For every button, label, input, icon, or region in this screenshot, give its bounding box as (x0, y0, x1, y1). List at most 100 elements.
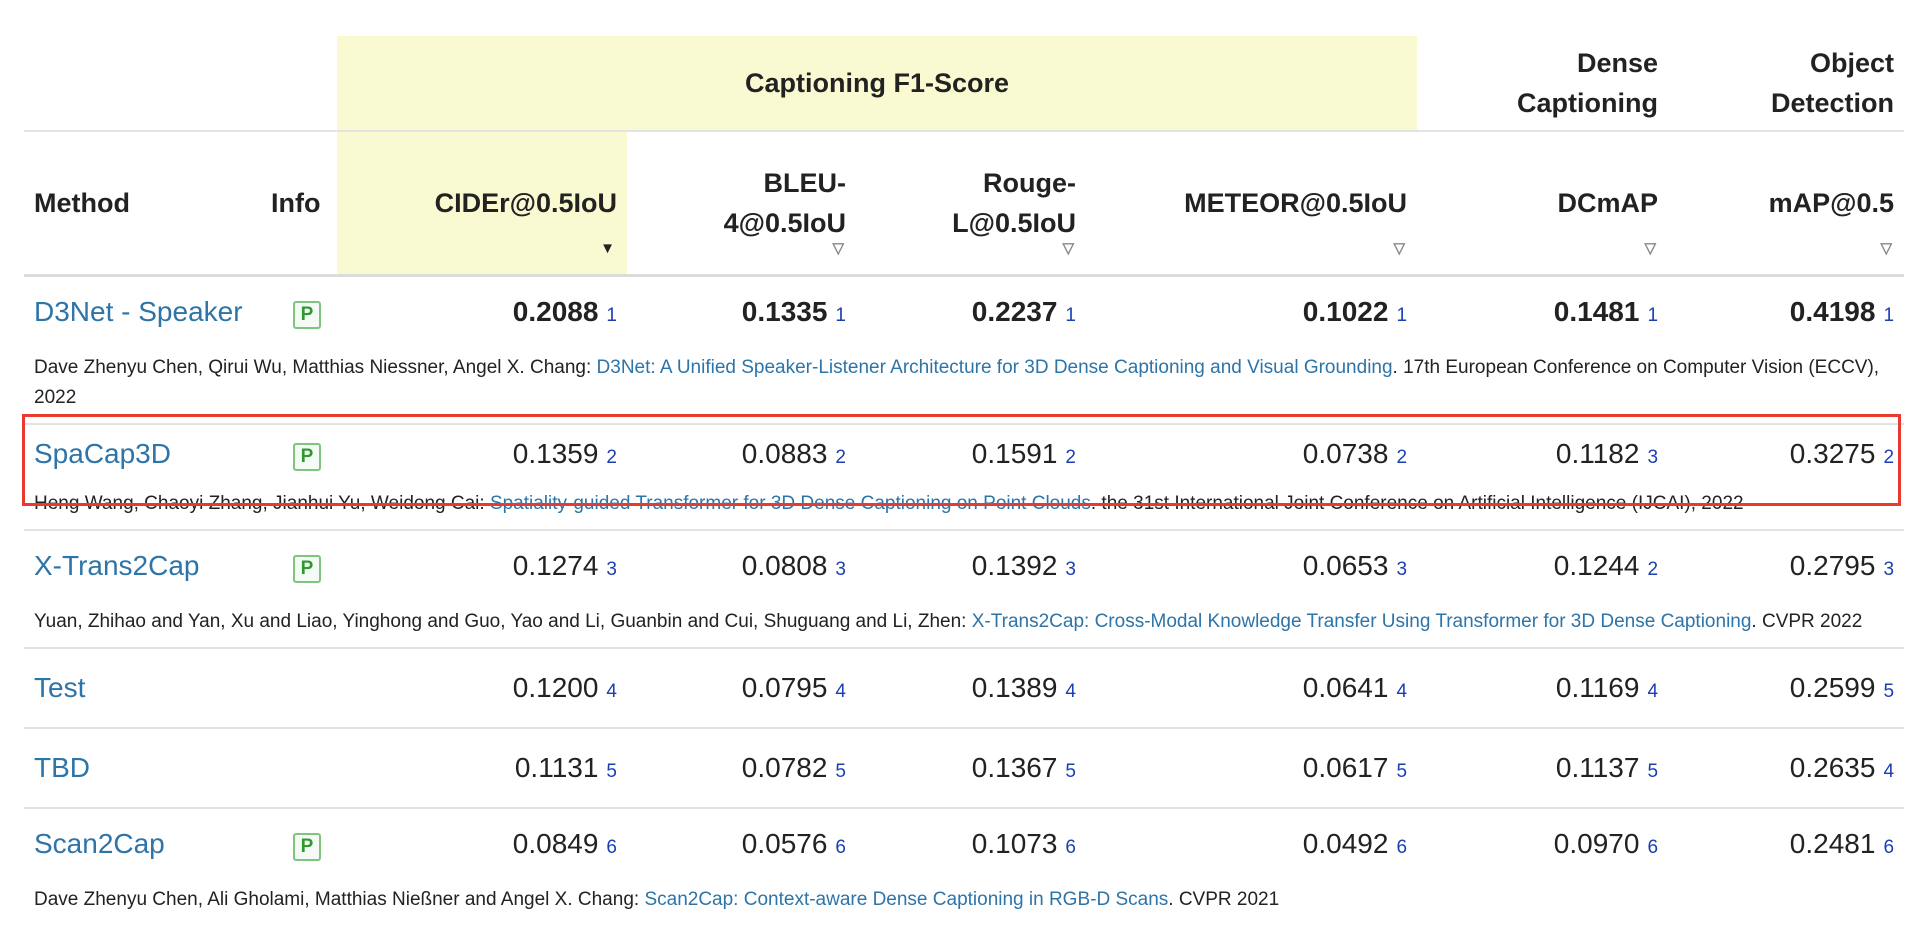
bleu-value: 0.0795 (741, 672, 828, 703)
map-cell: 0.2635 4 (1668, 728, 1905, 809)
dcmap-rank: 5 (1647, 761, 1659, 782)
sort-icon[interactable]: ▽ (1393, 241, 1405, 256)
leaderboard-page: Captioning F1-Score Dense Captioning Obje… (0, 0, 1926, 910)
col-header-cider[interactable]: CIDEr@0.5IoU ▼ (337, 131, 627, 277)
method-cell: D3Net - Speaker (24, 276, 271, 348)
rouge-value: 0.1392 (971, 550, 1058, 581)
bleu-rank: 6 (835, 837, 846, 858)
map-rank: 5 (1883, 681, 1895, 702)
meteor-cell: 0.0617 5 (1086, 728, 1418, 809)
sort-desc-active-icon[interactable]: ▼ (600, 241, 615, 256)
col-header-rouge[interactable]: Rouge- L@0.5IoU ▽ (856, 131, 1086, 277)
info-cell: P (271, 424, 337, 483)
col-header-bleu[interactable]: BLEU- 4@0.5IoU ▽ (627, 131, 856, 277)
dcmap-value: 0.0970 (1553, 828, 1640, 859)
paper-link[interactable]: Scan2Cap: Context-aware Dense Captioning… (644, 889, 1168, 910)
method-cell: TBD (24, 728, 271, 809)
group-dense-line1: Dense (1576, 48, 1659, 78)
cider-cell: 0.0849 6 (337, 808, 627, 879)
dcmap-value: 0.1137 (1555, 752, 1640, 783)
paper-badge-icon[interactable]: P (293, 833, 321, 861)
col-header-meteor[interactable]: METEOR@0.5IoU ▽ (1086, 131, 1418, 277)
paper-link[interactable]: D3Net: A Unified Speaker-Listener Archit… (597, 357, 1393, 378)
bleu-cell: 0.0883 2 (627, 424, 856, 483)
table-row: TBD 0.1131 5 0.0782 5 0.1367 5 0.0617 5 0.11… (24, 728, 1905, 809)
bleu-value: 0.0808 (741, 550, 828, 581)
bleu-value: 0.0782 (741, 752, 828, 783)
paper-badge-icon[interactable]: P (293, 555, 321, 583)
meteor-cell: 0.0641 4 (1086, 648, 1418, 729)
sort-icon[interactable]: ▽ (1880, 241, 1892, 256)
sort-icon[interactable]: ▽ (832, 241, 844, 256)
table-row: SpaCap3D P 0.1359 2 0.0883 2 0.1591 2 0.073… (24, 424, 1904, 483)
col-header-map[interactable]: mAP@0.5 ▽ (1668, 131, 1905, 277)
meteor-rank: 5 (1396, 761, 1408, 782)
map-cell: 0.3275 2 (1668, 424, 1904, 483)
col-header-bleu-line2: 4@0.5IoU (723, 208, 846, 238)
cider-rank: 1 (606, 305, 617, 326)
dcmap-cell: 0.1137 5 (1417, 728, 1669, 809)
group-object-line1: Object (1809, 48, 1895, 78)
citation-cell: Yuan, Zhihao and Yan, Xu and Liao, Yingh… (24, 601, 1905, 649)
rouge-value: 0.1073 (971, 828, 1058, 859)
method-link[interactable]: D3Net - Speaker (34, 296, 243, 327)
cider-cell: 0.1274 3 (337, 530, 627, 601)
meteor-value: 0.0738 (1302, 438, 1389, 469)
dcmap-rank: 3 (1647, 447, 1659, 468)
citation-row: Heng Wang, Chaoyi Zhang, Jianhui Yu, Wei… (24, 483, 1905, 531)
map-value: 0.4198 (1789, 296, 1876, 327)
meteor-value: 0.0653 (1302, 550, 1389, 581)
citation-venue: . CVPR 2022 (1751, 611, 1863, 632)
method-link[interactable]: Scan2Cap (34, 828, 165, 859)
cider-rank: 6 (606, 837, 617, 858)
sort-icon[interactable]: ▽ (1644, 241, 1656, 256)
rouge-cell: 0.1073 6 (856, 808, 1086, 879)
rouge-rank: 6 (1065, 837, 1076, 858)
paper-badge-icon[interactable]: P (293, 443, 321, 471)
info-cell (271, 648, 337, 729)
paper-link[interactable]: Spatiality-guided Transformer for 3D Den… (490, 493, 1091, 514)
col-header-dcmap[interactable]: DCmAP ▽ (1417, 131, 1669, 277)
table-row: X-Trans2Cap P 0.1274 3 0.0808 3 0.1392 3 0.… (24, 530, 1904, 601)
method-cell: SpaCap3D (24, 424, 271, 483)
citation-venue: . the 31st International Joint Conferenc… (1090, 493, 1744, 514)
cider-value: 0.1359 (512, 438, 599, 469)
col-header-dcmap-label: DCmAP (1557, 188, 1659, 218)
cider-cell: 0.1131 5 (337, 728, 627, 809)
cider-value: 0.1274 (512, 550, 599, 581)
method-link[interactable]: TBD (34, 752, 90, 783)
bleu-cell: 0.0808 3 (627, 530, 856, 601)
group-header-dense-captioning: Dense Captioning (1417, 36, 1669, 132)
method-link[interactable]: SpaCap3D (34, 438, 171, 469)
map-value: 0.2481 (1789, 828, 1876, 859)
col-header-meteor-label: METEOR@0.5IoU (1184, 188, 1408, 218)
paper-badge-icon[interactable]: P (293, 301, 321, 329)
map-rank: 1 (1883, 305, 1895, 326)
method-link[interactable]: Test (34, 672, 85, 703)
map-cell: 0.2795 3 (1668, 530, 1904, 601)
map-rank: 2 (1883, 447, 1895, 468)
rouge-rank: 3 (1065, 559, 1076, 580)
paper-link[interactable]: X-Trans2Cap: Cross-Modal Knowledge Trans… (972, 611, 1752, 632)
citation-venue: . CVPR 2021 (1168, 889, 1280, 910)
rouge-value: 0.1389 (971, 672, 1058, 703)
meteor-rank: 2 (1396, 447, 1408, 468)
dcmap-value: 0.1182 (1555, 438, 1640, 469)
citation-cell: Dave Zhenyu Chen, Ali Gholami, Matthias … (24, 879, 1904, 925)
sort-icon[interactable]: ▽ (1062, 241, 1074, 256)
dcmap-value: 0.1244 (1553, 550, 1640, 581)
info-cell: P (271, 808, 337, 879)
table-row: D3Net - Speaker P 0.2088 1 0.1335 1 0.2237… (24, 276, 1904, 348)
rouge-cell: 0.1392 3 (856, 530, 1086, 601)
rouge-rank: 5 (1065, 761, 1076, 782)
method-link[interactable]: X-Trans2Cap (34, 550, 199, 581)
column-header-row: Method Info CIDEr@0.5IoU ▼ BLEU- 4@0.5IoU ▽… (24, 131, 1905, 277)
rouge-value: 0.1591 (971, 438, 1058, 469)
method-cell: Test (24, 648, 271, 729)
rouge-value: 0.2237 (971, 296, 1058, 327)
meteor-rank: 3 (1396, 559, 1408, 580)
leaderboard-table: Captioning F1-Score Dense Captioning Obje… (24, 36, 1905, 925)
bleu-value: 0.0576 (741, 828, 828, 859)
dcmap-rank: 4 (1647, 681, 1659, 702)
citation-authors: Dave Zhenyu Chen, Qirui Wu, Matthias Nie… (34, 357, 597, 378)
